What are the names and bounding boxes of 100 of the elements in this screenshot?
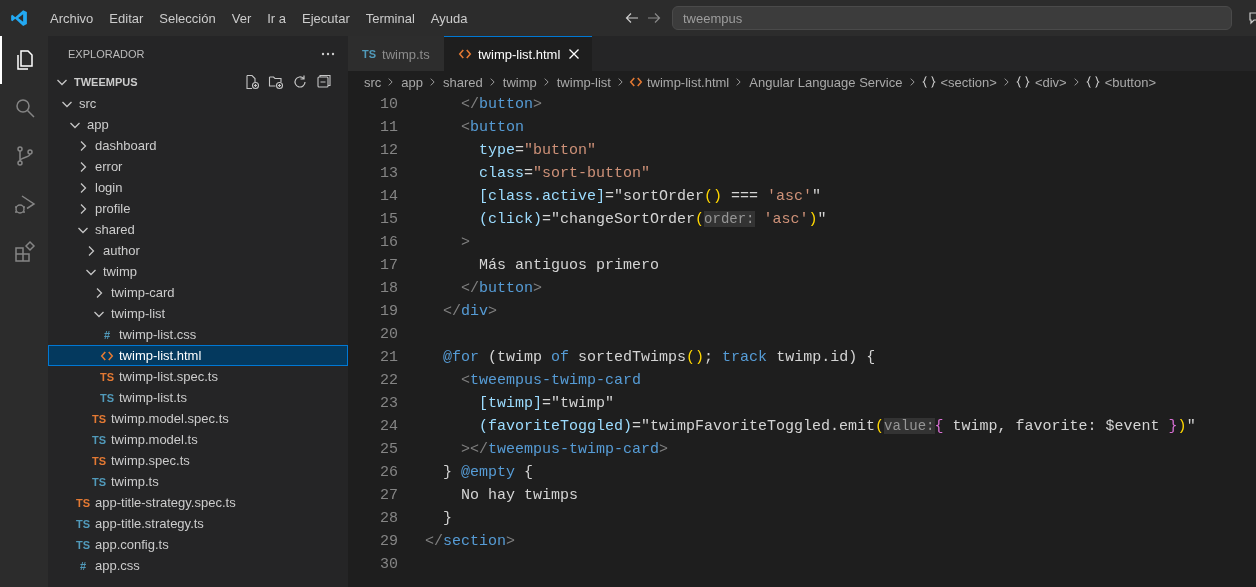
tree-item[interactable]: profile — [48, 198, 348, 219]
code-line: </button> — [460, 96, 543, 113]
braces-icon — [920, 74, 937, 90]
tree-item[interactable]: TS twimp.spec.ts — [48, 450, 348, 471]
line-number: 30 — [379, 556, 398, 573]
new-file-icon[interactable] — [244, 74, 260, 90]
breadcrumb-item[interactable]: <div> — [1032, 74, 1069, 90]
tree-item[interactable]: TS twimp.ts — [48, 471, 348, 492]
tree-item[interactable]: app — [48, 114, 348, 135]
tree-item[interactable]: TS app.config.ts — [48, 534, 348, 555]
code-line: type="button" — [478, 142, 597, 159]
section-title[interactable]: TWEEMPUS — [74, 76, 138, 88]
menu-item[interactable]: Ir a — [259, 10, 294, 26]
line-number: 15 — [379, 211, 398, 228]
file-type-icon: TS — [75, 538, 91, 551]
tree-item[interactable]: TS app-title-strategy.spec.ts — [48, 492, 348, 513]
tree-item[interactable]: author — [48, 240, 348, 261]
breadcrumb-item[interactable]: src — [362, 74, 384, 90]
line-number: 22 — [379, 372, 398, 389]
tree-item[interactable]: twimp-list — [48, 303, 348, 324]
file-type-icon: # — [103, 328, 111, 341]
braces-icon — [1084, 74, 1101, 90]
code-line: class="sort-button" — [478, 165, 651, 182]
file-type-icon: TS — [99, 370, 115, 383]
file-type-icon: TS — [75, 517, 91, 530]
breadcrumb-item[interactable]: app — [399, 74, 426, 90]
line-number: 11 — [379, 119, 398, 136]
back-arrow-icon[interactable] — [624, 10, 640, 26]
line-number: 12 — [379, 142, 398, 159]
menu-item[interactable]: Selección — [151, 10, 224, 26]
breadcrumb-item[interactable]: twimp-list — [554, 74, 613, 90]
code-line: (click)="changeSortOrder(order: 'asc')" — [478, 211, 827, 228]
run-debug-icon — [13, 192, 37, 216]
line-number: 28 — [379, 510, 398, 527]
breadcrumb-item[interactable]: <section> — [938, 74, 999, 90]
line-number: 20 — [379, 326, 398, 343]
breadcrumb-item[interactable]: twimp-list.html — [644, 74, 732, 90]
tree-item[interactable]: shared — [48, 219, 348, 240]
file-type-icon: TS — [91, 454, 107, 467]
menu-item[interactable]: Ejecutar — [294, 10, 358, 26]
code-line: <tweempus-twimp-card — [460, 372, 642, 389]
breadcrumb-item[interactable]: shared — [441, 74, 485, 90]
code-line: [class.active]="sortOrder() === 'asc'" — [478, 188, 822, 205]
new-folder-icon[interactable] — [268, 74, 284, 90]
line-number: 16 — [379, 234, 398, 251]
code-line: } @empty { — [442, 464, 534, 481]
tree-item[interactable]: # twimp-list.css — [48, 324, 348, 345]
code-line: } — [442, 510, 452, 527]
line-number: 17 — [379, 257, 398, 274]
editor-tab[interactable]: TS twimp.ts — [348, 36, 444, 71]
tree-item[interactable]: src — [48, 93, 348, 114]
line-number: 13 — [379, 165, 398, 182]
file-type-icon: TS — [91, 412, 107, 425]
tree-item[interactable]: # app.css — [48, 555, 348, 576]
code-file-icon — [458, 47, 472, 61]
breadcrumb-item[interactable]: <button> — [1102, 74, 1158, 90]
sidebar-title: EXPLORADOR — [68, 47, 145, 60]
code-line: </button> — [460, 280, 543, 297]
tree-item[interactable]: TS twimp-list.ts — [48, 387, 348, 408]
code-line: [twimp]="twimp" — [478, 395, 615, 412]
forward-arrow-icon[interactable] — [646, 10, 662, 26]
file-type-icon: TS — [362, 48, 377, 60]
tree-item[interactable]: TS app-title.strategy.ts — [48, 513, 348, 534]
collapse-all-icon[interactable] — [316, 74, 332, 90]
line-number: 29 — [379, 533, 398, 550]
tree-item[interactable]: login — [48, 177, 348, 198]
line-number: 19 — [379, 303, 398, 320]
command-center[interactable]: tweempus — [672, 6, 1232, 30]
braces-icon — [1014, 74, 1031, 90]
breadcrumb-item[interactable]: Angular Language Service — [747, 74, 905, 90]
extensions-icon — [13, 240, 37, 264]
line-number: 18 — [379, 280, 398, 297]
menu-item[interactable]: Ver — [223, 10, 260, 26]
tree-item[interactable]: TS twimp-list.spec.ts — [48, 366, 348, 387]
file-type-icon: TS — [91, 433, 107, 446]
menu-item[interactable]: Archivo — [42, 10, 102, 26]
line-number: 14 — [379, 188, 398, 205]
file-type-icon: TS — [75, 496, 91, 509]
tree-item[interactable]: TS twimp.model.spec.ts — [48, 408, 348, 429]
line-number: 26 — [379, 464, 398, 481]
refresh-icon[interactable] — [292, 74, 308, 90]
tree-item[interactable]: error — [48, 156, 348, 177]
code-line: </section> — [425, 533, 516, 550]
tree-item[interactable]: twimp-card — [48, 282, 348, 303]
line-number: 23 — [379, 395, 398, 412]
tree-item[interactable]: dashboard — [48, 135, 348, 156]
file-type-icon: # — [79, 559, 87, 572]
tree-item[interactable]: twimp-list.html — [48, 345, 348, 366]
menu-item[interactable]: Editar — [101, 10, 152, 26]
line-number: 25 — [379, 441, 398, 458]
tree-item[interactable]: TS twimp.model.ts — [48, 429, 348, 450]
editor-tab[interactable]: twimp-list.html — [444, 36, 593, 71]
line-number: 10 — [379, 96, 398, 113]
tree-item[interactable]: twimp — [48, 261, 348, 282]
code-line: > — [460, 234, 470, 251]
line-number: 24 — [379, 418, 398, 435]
menu-item[interactable]: Ayuda — [422, 10, 476, 26]
menu-item[interactable]: Terminal — [357, 10, 423, 26]
code-line: Más antiguos primero — [478, 257, 660, 274]
breadcrumb-item[interactable]: twimp — [500, 74, 539, 90]
